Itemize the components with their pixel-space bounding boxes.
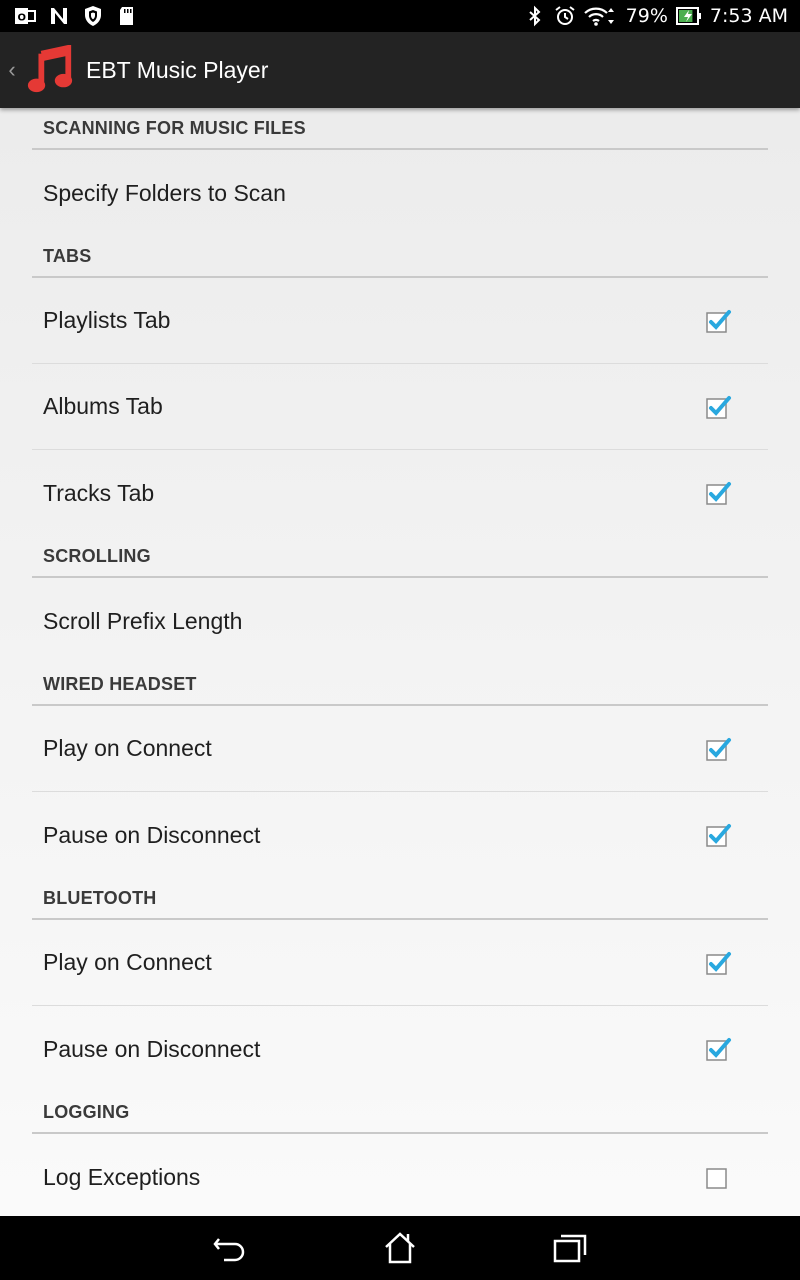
back-icon xyxy=(213,1238,245,1262)
sd-card-icon xyxy=(116,5,138,27)
section-header: BLUETOOTH xyxy=(32,878,768,920)
settings-list: SCANNING FOR MUSIC FILES Specify Folders… xyxy=(0,108,800,1216)
setting-label: Albums Tab xyxy=(43,393,163,419)
setting-label: Tracks Tab xyxy=(43,479,155,506)
checkbox[interactable] xyxy=(704,479,732,507)
outlook-icon: O xyxy=(14,5,36,27)
checkbox[interactable] xyxy=(704,949,732,977)
setting-albums-tab[interactable]: Albums Tab xyxy=(32,364,768,450)
battery-icon xyxy=(675,5,702,27)
setting-label: Log Exceptions xyxy=(43,1163,201,1190)
alarm-icon xyxy=(554,5,576,27)
section-scanning: SCANNING FOR MUSIC FILES Specify Folders… xyxy=(0,108,800,236)
back-button[interactable] xyxy=(145,1216,315,1280)
checkbox[interactable] xyxy=(704,735,732,763)
checkbox[interactable] xyxy=(704,821,732,849)
setting-tracks-tab[interactable]: Tracks Tab xyxy=(32,450,768,536)
section-scrolling: SCROLLING Scroll Prefix Length xyxy=(0,536,800,664)
bluetooth-icon xyxy=(524,5,546,27)
recents-button[interactable] xyxy=(485,1216,655,1280)
setting-label: Play on Connect xyxy=(43,949,212,975)
n-icon xyxy=(48,5,70,27)
status-bar-system: 79% 7:53 AM xyxy=(524,5,788,27)
section-header: TABS xyxy=(32,236,768,278)
battery-percent: 79% xyxy=(625,5,668,27)
navigation-bar xyxy=(0,1216,800,1280)
recents-icon xyxy=(553,1234,587,1263)
svg-text:O: O xyxy=(18,13,27,24)
section-header: SCROLLING xyxy=(32,536,768,578)
setting-specify-folders[interactable]: Specify Folders to Scan xyxy=(32,150,768,236)
clock: 7:53 AM xyxy=(709,5,788,27)
section-tabs: TABS Playlists Tab Albums Tab Tracks Tab xyxy=(0,236,800,536)
section-wired-headset: WIRED HEADSET Play on Connect Pause on D… xyxy=(0,664,800,878)
checkbox[interactable] xyxy=(704,1035,732,1063)
setting-label: Play on Connect xyxy=(43,735,212,761)
wifi-icon xyxy=(583,5,618,27)
section-header: SCANNING FOR MUSIC FILES xyxy=(32,108,768,150)
section-header: WIRED HEADSET xyxy=(32,664,768,706)
setting-label: Pause on Disconnect xyxy=(43,1035,261,1062)
setting-scroll-prefix-length[interactable]: Scroll Prefix Length xyxy=(32,578,768,664)
setting-label: Pause on Disconnect xyxy=(43,821,261,848)
checkbox[interactable] xyxy=(704,393,732,421)
status-bar: O 79% 7:53 AM xyxy=(0,0,800,32)
music-note-icon[interactable] xyxy=(24,44,76,96)
setting-label: Playlists Tab xyxy=(43,307,171,333)
setting-wired-pause-on-disconnect[interactable]: Pause on Disconnect xyxy=(32,792,768,878)
home-button[interactable] xyxy=(315,1216,485,1280)
section-logging: LOGGING Log Exceptions xyxy=(0,1092,800,1216)
setting-label: Scroll Prefix Length xyxy=(43,607,243,634)
section-bluetooth: BLUETOOTH Play on Connect Pause on Disco… xyxy=(0,878,800,1092)
setting-wired-play-on-connect[interactable]: Play on Connect xyxy=(32,706,768,792)
setting-log-exceptions[interactable]: Log Exceptions xyxy=(32,1134,768,1216)
app-title: EBT Music Player xyxy=(86,56,269,83)
section-header: LOGGING xyxy=(32,1092,768,1134)
setting-playlists-tab[interactable]: Playlists Tab xyxy=(32,278,768,364)
setting-bt-pause-on-disconnect[interactable]: Pause on Disconnect xyxy=(32,1006,768,1092)
up-caret-icon[interactable]: ‹ xyxy=(0,57,24,83)
setting-label: Specify Folders to Scan xyxy=(43,179,286,206)
setting-bt-play-on-connect[interactable]: Play on Connect xyxy=(32,920,768,1006)
status-bar-notifications: O xyxy=(14,5,138,27)
action-bar: ‹ EBT Music Player xyxy=(0,32,800,108)
checkbox[interactable] xyxy=(704,307,732,335)
shield-icon xyxy=(82,5,104,27)
checkbox[interactable] xyxy=(704,1163,732,1191)
home-icon xyxy=(385,1232,415,1264)
